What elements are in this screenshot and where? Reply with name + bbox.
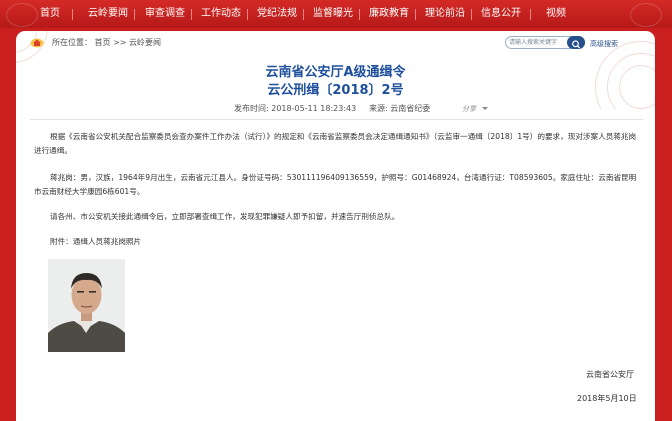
issue-date: 2018年5月10日	[577, 394, 637, 403]
search-button[interactable]	[567, 36, 585, 49]
breadcrumb-separator: >>	[113, 38, 127, 47]
nav-item-video[interactable]: 视频	[546, 0, 566, 28]
suspect-photo	[48, 259, 125, 352]
article-source: 来源: 云南省纪委	[369, 104, 431, 113]
divider	[30, 119, 643, 120]
chevron-down-icon[interactable]	[482, 107, 488, 110]
nav-decoration	[6, 3, 38, 27]
nav-divider	[530, 9, 531, 20]
nav-item-review-investigation[interactable]: 审查调查	[145, 0, 185, 28]
nav-divider	[415, 9, 416, 20]
nav-divider	[247, 9, 248, 20]
nav-divider	[191, 9, 192, 20]
share-button[interactable]: 分享	[462, 104, 476, 114]
advanced-search-link[interactable]: 高级搜索	[590, 39, 618, 49]
content-panel: 所在位置： 首页 >> 云岭要闻 高级搜索 云南省公安厅A级通缉令 云公刑缉〔2…	[16, 31, 655, 421]
article-title: 云南省公安厅A级通缉令	[265, 65, 406, 80]
nav-divider	[303, 9, 304, 20]
article-subtitle: 云公刑缉〔2018〕2号	[267, 83, 404, 98]
nav-item-info-disclosure[interactable]: 信息公开	[481, 0, 521, 28]
nav-item-work-updates[interactable]: 工作动态	[201, 0, 241, 28]
nav-divider	[359, 9, 360, 20]
article-paragraph: 请各州、市公安机关接此通缉令后，立即部署查缉工作，发现犯罪嫌疑人即予扣留，并速告…	[50, 212, 400, 221]
publish-time: 发布时间: 2018-05-11 18:23:43	[234, 104, 357, 113]
nav-item-theory-frontier[interactable]: 理论前沿	[425, 0, 465, 28]
search-input[interactable]	[509, 37, 561, 48]
breadcrumb-path: 所在位置： 首页 >> 云岭要闻	[52, 37, 161, 48]
nav-item-home[interactable]: 首页	[40, 0, 60, 28]
article-attachment: 附件：通缉人员蒋兆岗照片	[50, 237, 142, 246]
nav-item-yunling-news[interactable]: 云岭要闻	[88, 0, 128, 28]
nav-decoration	[630, 3, 662, 27]
nav-item-party-regulations[interactable]: 党纪法规	[257, 0, 297, 28]
nav-item-integrity-education[interactable]: 廉政教育	[369, 0, 409, 28]
nav-divider	[134, 9, 135, 20]
search-icon	[567, 36, 585, 55]
nav-divider	[72, 9, 73, 20]
issuer-signature: 云南省公安厅	[586, 370, 634, 379]
breadcrumb-prefix: 所在位置：	[52, 38, 92, 47]
search-box	[505, 36, 585, 49]
breadcrumb-current-link[interactable]: 云岭要闻	[129, 38, 161, 47]
nav-divider	[471, 9, 472, 20]
breadcrumb-home-link[interactable]: 首页	[95, 38, 111, 47]
home-icon	[30, 37, 44, 48]
nav-item-supervision-exposure[interactable]: 监督曝光	[313, 0, 353, 28]
article-paragraph: 蒋兆岗：男，汉族，1964年9月出生，云南省元江县人。身份证号码：5301111…	[34, 173, 637, 196]
article-paragraph: 根据《云南省公安机关配合监察委员会查办案件工作办法（试行）》的规定和《云南省监察…	[34, 132, 637, 155]
top-navigation: 首页 云岭要闻 审查调查 工作动态 党纪法规 监督曝光 廉政教育 理论前沿 信息…	[0, 0, 672, 28]
